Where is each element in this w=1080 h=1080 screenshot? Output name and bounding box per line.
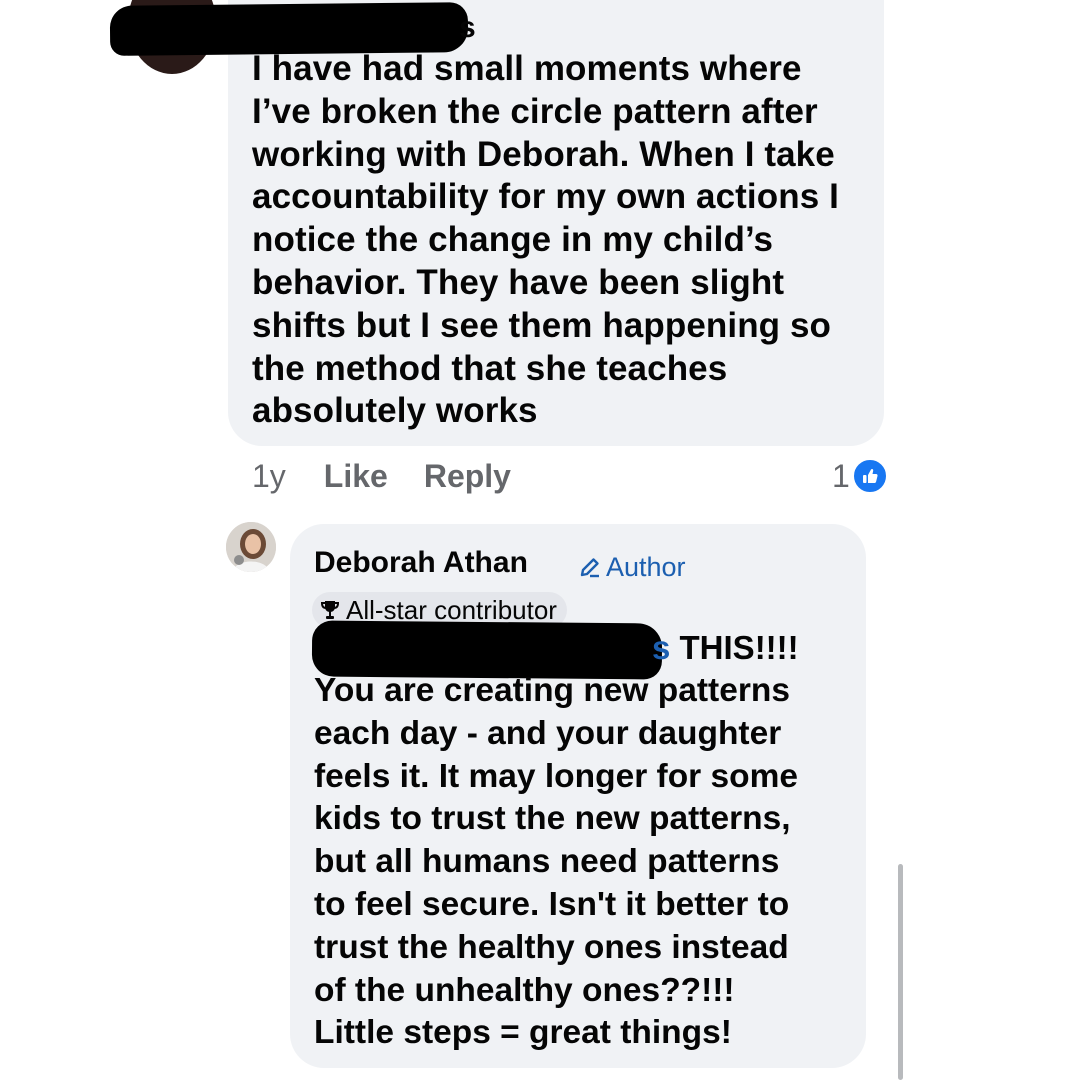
reaction-count: 1 [832, 457, 850, 494]
comment-timestamp[interactable]: 1y [252, 458, 286, 495]
author-avatar[interactable] [226, 522, 276, 572]
reply-first-line-text: THIS!!!! [670, 629, 799, 666]
author-badge-label: Author [606, 551, 686, 582]
scrollbar[interactable] [898, 864, 903, 1080]
reply-text: You are creating new patterns each day -… [314, 672, 799, 1052]
comment-text: I have had small moments where I’ve brok… [252, 49, 839, 431]
reply-button[interactable]: Reply [424, 458, 511, 495]
author-name[interactable]: Deborah Athan [314, 542, 528, 584]
comment-thread: s I have had small moments where I’ve br… [0, 0, 1080, 1080]
reaction-summary[interactable]: 1 [832, 454, 888, 498]
thumbs-up-icon [851, 458, 888, 494]
pencil-icon [580, 558, 599, 578]
commenter-name[interactable]: s [459, 8, 476, 48]
comment-actions: 1y Like Reply [252, 454, 511, 498]
like-button[interactable]: Like [324, 458, 388, 495]
reply-first-line: s THIS!!!! [652, 626, 799, 670]
author-badge: Author [578, 548, 686, 586]
trophy-icon [320, 601, 340, 619]
mention-link[interactable]: s [652, 629, 670, 666]
